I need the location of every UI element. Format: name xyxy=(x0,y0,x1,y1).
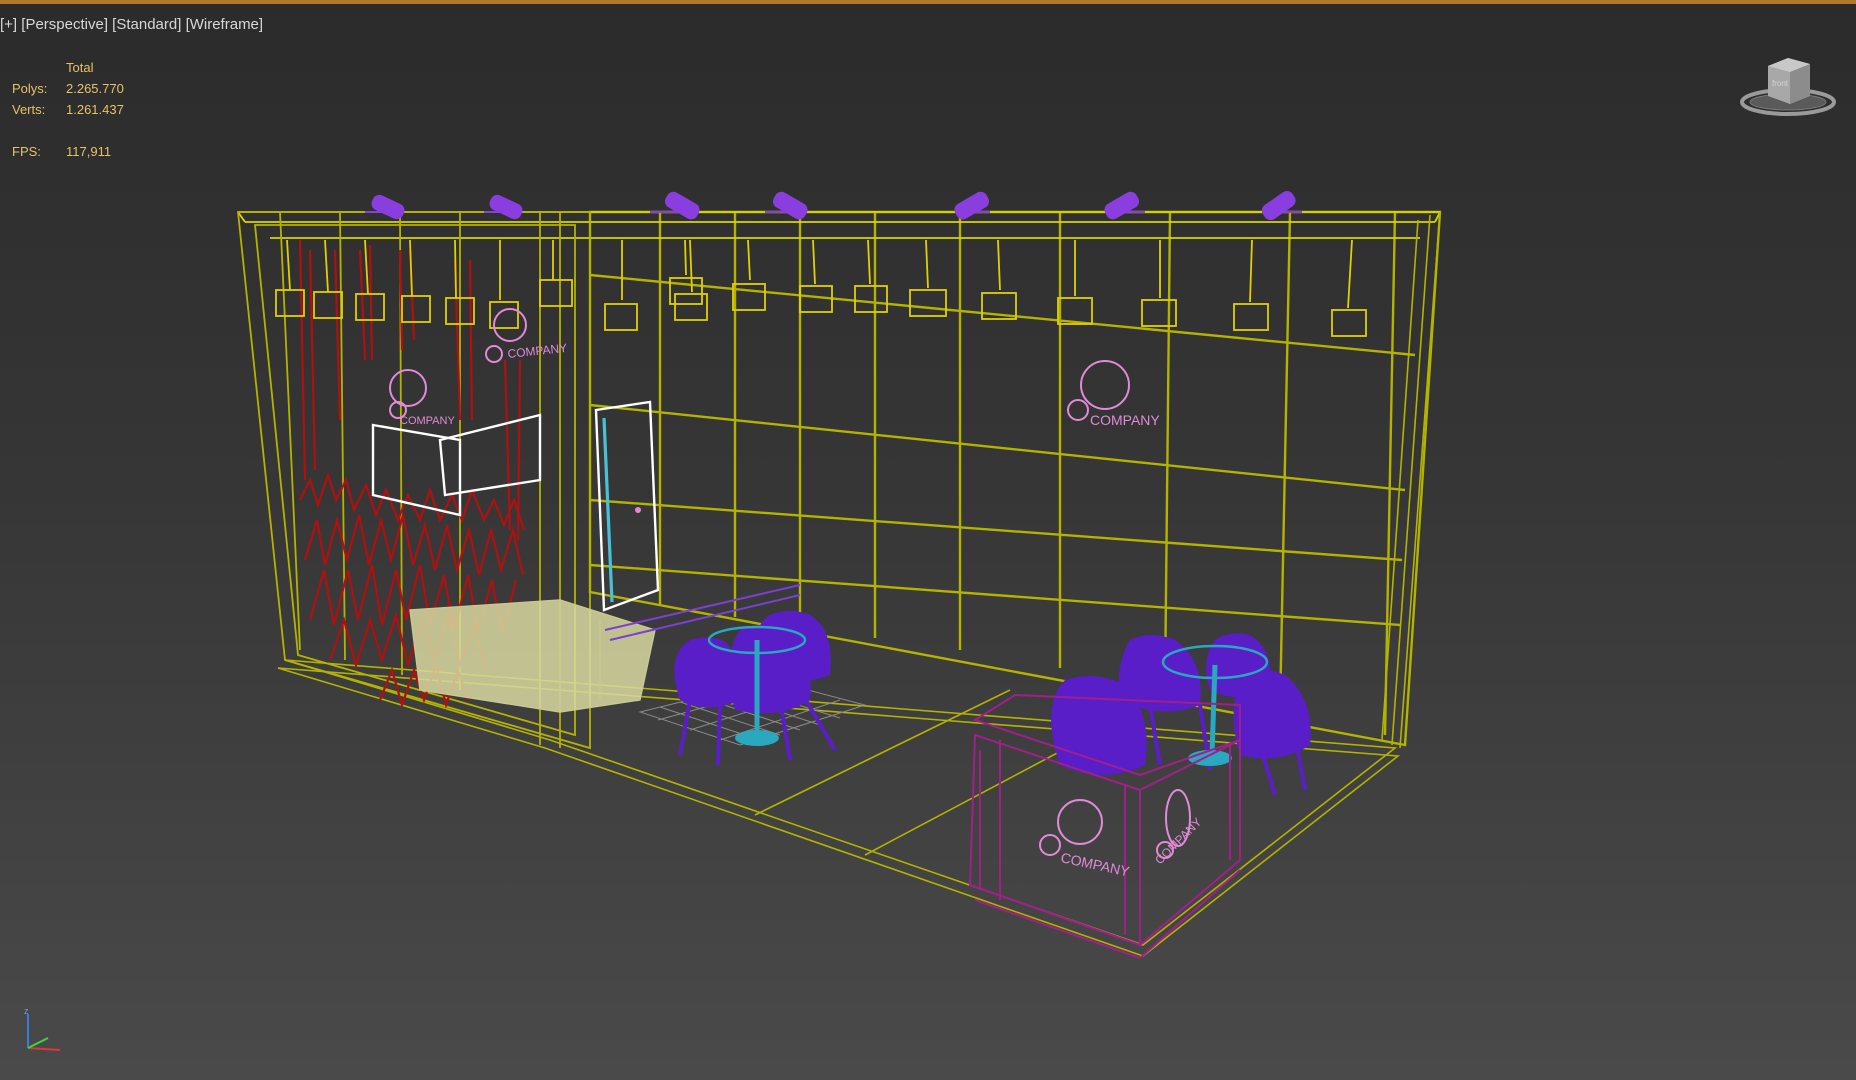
viewcube-icon[interactable]: front xyxy=(1738,56,1838,118)
logo-text-4: COMPANY xyxy=(1059,849,1131,879)
company-logo-counter-side: COMPANY xyxy=(1152,789,1204,867)
spotlights xyxy=(365,191,1302,221)
logo-text-5: COMPANY xyxy=(1152,815,1204,867)
company-logo-back-wall: COMPANY xyxy=(1067,360,1160,428)
viewport-perspective[interactable]: [+] [Perspective] [Standard] [Wireframe]… xyxy=(0,0,1856,1080)
logo-text-1: COMPANY xyxy=(400,415,455,427)
reception-counter xyxy=(409,599,656,713)
viewcube[interactable]: front xyxy=(1738,56,1838,118)
table-set-left xyxy=(674,611,837,766)
wireframe-scene[interactable]: COMPANY COMPANY COMPANY COMPANY COMPANY xyxy=(0,0,1856,1080)
company-logo-counter-front: COMPANY xyxy=(1039,799,1132,880)
viewcube-face-label: front xyxy=(1772,79,1789,88)
axis-tripod-icon: z xyxy=(24,1006,61,1051)
axis-z-label: z xyxy=(24,1006,29,1016)
pendant-lights xyxy=(275,239,1367,337)
logo-text-3: COMPANY xyxy=(1090,412,1160,428)
table-set-right xyxy=(1051,633,1311,796)
storage-door xyxy=(594,400,660,612)
logo-text-2: COMPANY xyxy=(507,341,568,361)
axis-tripod: z xyxy=(22,1006,66,1056)
company-logo-left-upper: COMPANY xyxy=(485,308,568,363)
